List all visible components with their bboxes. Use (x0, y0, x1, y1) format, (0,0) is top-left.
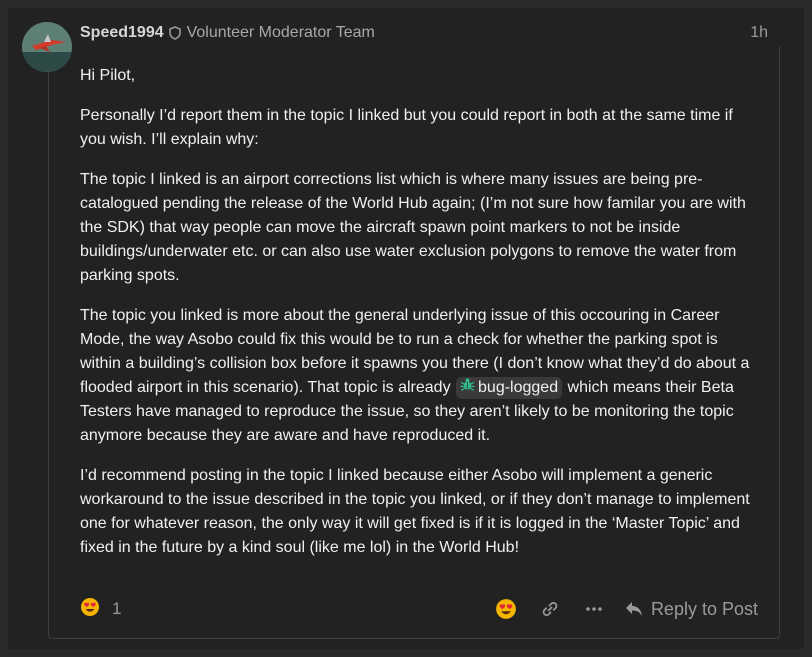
tag-label: bug-logged (478, 378, 559, 396)
more-icon (586, 607, 602, 611)
reply-icon (625, 602, 642, 616)
paragraph-report: Personally I’d report them in the topic … (80, 107, 733, 148)
paragraph-underlying-issue: The topic you linked is more about the g… (80, 304, 760, 448)
heart-eyes-emoji (496, 599, 516, 619)
link-icon (542, 602, 558, 616)
paragraph-recommendation: I’d recommend posting in the topic I lin… (80, 467, 750, 556)
user-group[interactable]: Volunteer Moderator Team (187, 24, 375, 42)
username[interactable]: Speed1994 (80, 24, 164, 42)
post-body: Hi Pilot, Personally I’d report them in … (80, 64, 760, 576)
reactions: 1 (80, 596, 121, 622)
post-header: Speed1994 Volunteer Moderator Team 1h (80, 22, 768, 44)
more-button[interactable] (579, 596, 609, 622)
reply-button[interactable]: Reply to Post (625, 599, 758, 620)
bug-logged-tag[interactable]: bug-logged (456, 376, 563, 400)
post-time[interactable]: 1h (750, 24, 768, 42)
copy-link-button[interactable] (535, 596, 565, 622)
paragraph-greeting: Hi Pilot, (80, 67, 136, 84)
reaction-count[interactable]: 1 (112, 599, 121, 619)
post-actions: Reply to Post (477, 596, 758, 622)
avatar[interactable] (22, 22, 72, 72)
shield-icon (168, 26, 181, 40)
reply-label: Reply to Post (650, 598, 758, 619)
bug-icon (460, 376, 475, 400)
heart-eyes-emoji[interactable] (80, 597, 100, 622)
paragraph-corrections: The topic I linked is an airport correct… (80, 171, 746, 284)
react-button[interactable] (491, 596, 521, 622)
avatar-image (22, 22, 72, 72)
